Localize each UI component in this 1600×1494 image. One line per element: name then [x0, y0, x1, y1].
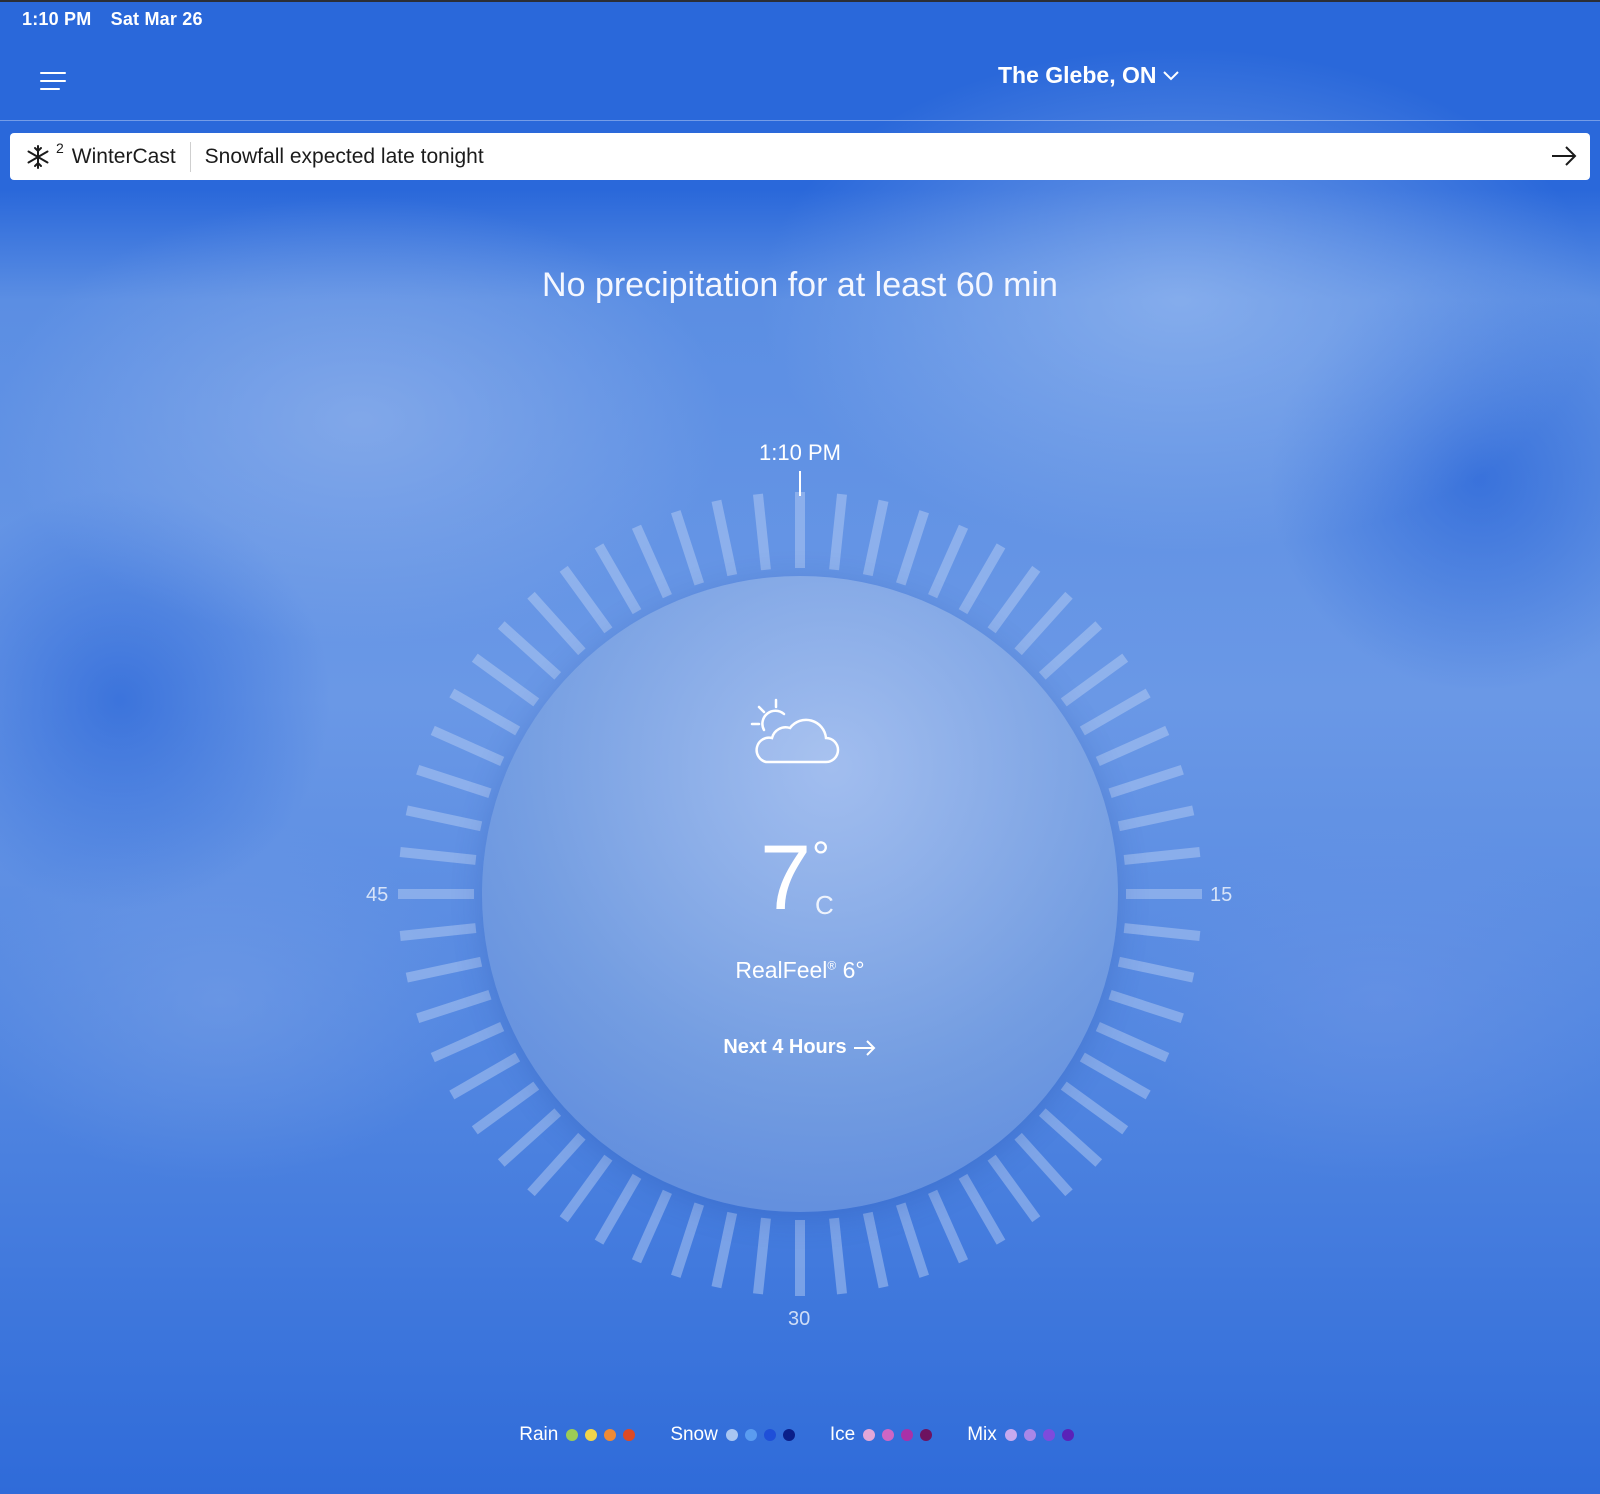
dial-tick — [829, 1217, 847, 1295]
dial-tick — [594, 1173, 642, 1245]
dial-label-15: 15 — [1210, 884, 1233, 906]
legend-group-snow: Snow — [670, 1424, 802, 1446]
dial-tick — [1117, 956, 1195, 983]
precipitation-legend: Rain Snow Ice Mix — [0, 1424, 1600, 1446]
legend-group-mix: Mix — [967, 1424, 1081, 1446]
dial-tick — [1060, 653, 1129, 707]
dial-tick — [1108, 989, 1184, 1023]
dial-tick — [416, 989, 492, 1023]
dial-tick — [594, 543, 642, 615]
dial-tick — [405, 956, 483, 983]
dial-tick — [405, 805, 483, 832]
dial-tick — [497, 1108, 562, 1167]
dial-tick — [1117, 805, 1195, 832]
legend-color-dot — [566, 1429, 579, 1441]
dial-tick — [1108, 765, 1184, 799]
legend-color-dot — [882, 1429, 895, 1441]
dial-tick — [958, 1173, 1006, 1245]
legend-label: Rain — [519, 1424, 559, 1445]
dial-tick — [928, 524, 969, 599]
dial-tick — [449, 688, 521, 736]
dial-tick — [559, 565, 613, 634]
realfeel-registered-mark: ® — [827, 958, 837, 973]
next-4-hours-label: Next 4 Hours — [723, 1036, 847, 1058]
legend-color-dot — [863, 1429, 876, 1441]
legend-color-dot — [744, 1429, 757, 1441]
dial-tick — [416, 765, 492, 799]
dial-tick — [829, 493, 847, 571]
temperature-unit: C — [815, 890, 834, 920]
next-4-hours-link[interactable]: Next 4 Hours — [700, 1036, 900, 1059]
dial-tick — [471, 653, 540, 707]
dial-tick — [399, 847, 477, 865]
dial-tick — [987, 1154, 1041, 1223]
dial-tick — [1060, 1081, 1129, 1135]
dial-tick — [1038, 1108, 1103, 1167]
dial-tick — [987, 565, 1041, 634]
legend-color-dot — [920, 1429, 933, 1441]
dial-tick — [1095, 1022, 1170, 1063]
dial-tick — [671, 1202, 705, 1278]
dial-tick — [1014, 591, 1073, 656]
legend-group-rain: Rain — [519, 1424, 642, 1446]
dial-tick — [527, 591, 586, 656]
legend-color-dot — [725, 1429, 738, 1441]
dial-tick — [631, 1189, 672, 1264]
dial-tick — [895, 1202, 929, 1278]
legend-color-dot — [901, 1429, 914, 1441]
legend-color-dot — [1004, 1429, 1017, 1441]
dial-tick — [671, 510, 705, 586]
legend-color-dot — [623, 1429, 636, 1441]
realfeel-label: RealFeel — [735, 957, 828, 983]
dial-label-45: 45 — [366, 884, 389, 906]
dial-tick — [449, 1052, 521, 1100]
legend-group-ice: Ice — [830, 1424, 939, 1446]
legend-color-dot — [1023, 1429, 1036, 1441]
realfeel-value: 6° — [836, 957, 865, 983]
dial-tick — [527, 1132, 586, 1197]
dial-tick — [471, 1081, 540, 1135]
dial-tick — [1038, 621, 1103, 680]
dial-tick — [1095, 725, 1170, 766]
dial-tick — [862, 1211, 889, 1289]
dial-tick — [1079, 1052, 1151, 1100]
dial-tick — [862, 499, 889, 577]
dial-tick — [430, 1022, 505, 1063]
arrow-right-icon — [853, 1039, 876, 1056]
dial-tick — [753, 1217, 771, 1295]
legend-label: Snow — [670, 1424, 718, 1445]
dial-tick — [430, 725, 505, 766]
dial-tick — [1123, 923, 1201, 941]
legend-color-dot — [604, 1429, 617, 1441]
dial-tick — [497, 621, 562, 680]
dial-tick — [631, 524, 672, 599]
legend-label: Mix — [967, 1424, 997, 1445]
dial-now-marker — [799, 471, 801, 496]
dial-tick — [895, 510, 929, 586]
partly-sunny-cloud-icon — [750, 698, 840, 764]
legend-color-dot — [1061, 1429, 1074, 1441]
legend-color-dot — [585, 1429, 598, 1441]
dial-tick — [711, 499, 738, 577]
legend-color-dot — [763, 1429, 776, 1441]
legend-label: Ice — [829, 1424, 856, 1445]
realfeel-temperature: RealFeel® 6° — [600, 957, 1000, 984]
legend-color-dot — [1042, 1429, 1055, 1441]
dial-tick — [399, 923, 477, 941]
current-temperature: 7 — [760, 827, 812, 929]
dial-tick — [559, 1154, 613, 1223]
dial-tick — [1079, 688, 1151, 736]
dial-tick — [928, 1189, 969, 1264]
dial-tick — [1123, 847, 1201, 865]
legend-color-dot — [782, 1429, 795, 1441]
dial-tick — [958, 543, 1006, 615]
dial-tick — [753, 493, 771, 571]
dial-tick — [1014, 1132, 1073, 1197]
temperature-degree-symbol: ° — [812, 833, 830, 882]
dial-tick — [711, 1211, 738, 1289]
dial-current-time: 1:10 PM — [759, 440, 841, 465]
dial-label-30: 30 — [788, 1308, 811, 1330]
